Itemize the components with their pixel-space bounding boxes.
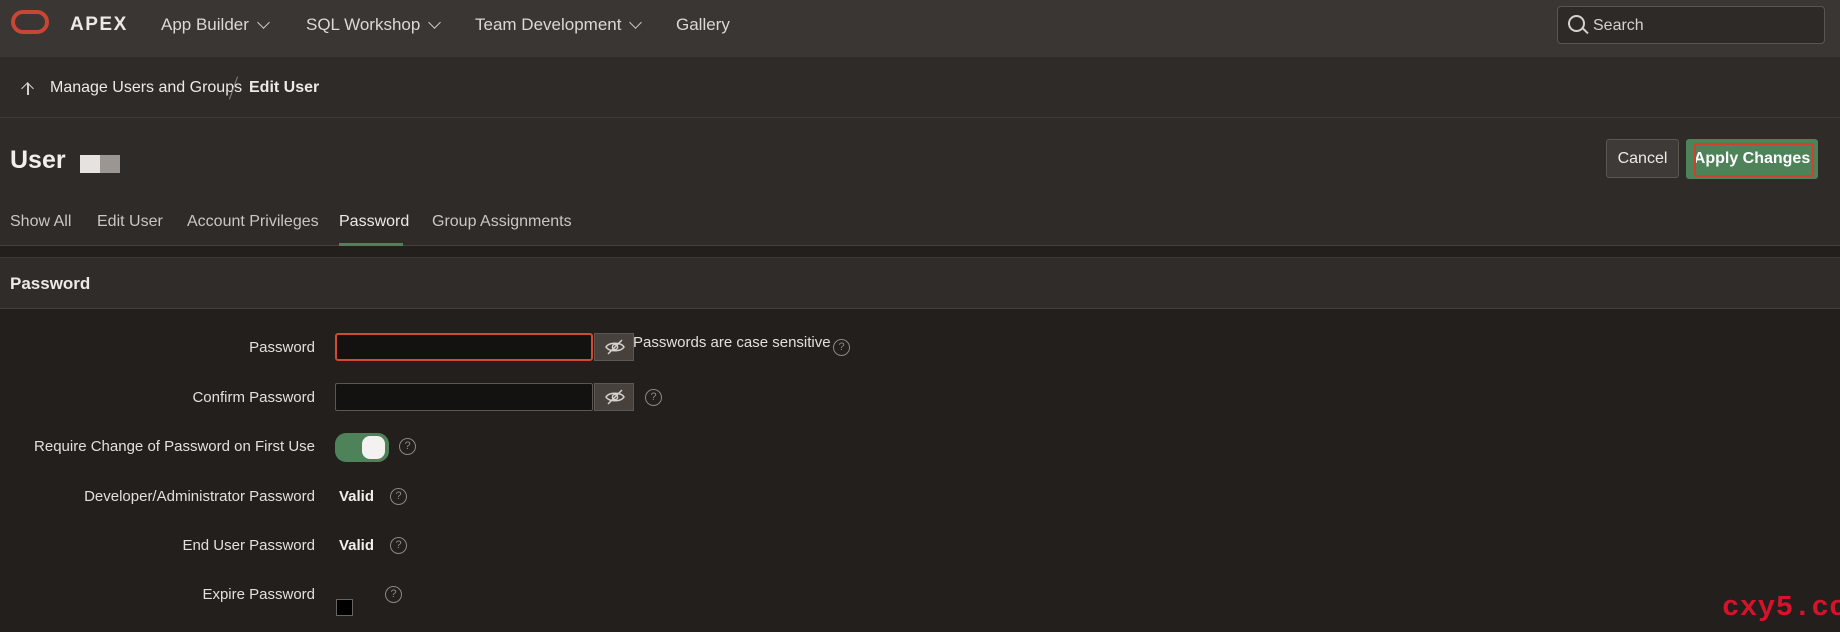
help-icon[interactable]: ? bbox=[833, 339, 850, 356]
search-input[interactable] bbox=[1591, 7, 1821, 45]
password-region-header bbox=[0, 257, 1840, 309]
arrow-up-icon[interactable] bbox=[21, 81, 35, 95]
search-box[interactable] bbox=[1557, 6, 1825, 45]
search-icon bbox=[1568, 15, 1585, 32]
nav-label: Team Development bbox=[475, 15, 622, 34]
help-icon[interactable]: ? bbox=[645, 389, 662, 406]
nav-sql-workshop[interactable]: SQL Workshop bbox=[306, 15, 442, 35]
tab-account-privileges[interactable]: Account Privileges bbox=[187, 213, 319, 231]
apex-brand[interactable]: APEX bbox=[70, 14, 128, 36]
page-title: User bbox=[10, 146, 66, 174]
oracle-logo-icon[interactable] bbox=[11, 10, 49, 34]
require-change-toggle[interactable] bbox=[335, 433, 389, 462]
password-hint: Passwords are case sensitive bbox=[633, 334, 831, 351]
tab-group-assignments[interactable]: Group Assignments bbox=[432, 213, 572, 231]
chevron-down-icon bbox=[629, 16, 643, 29]
active-tab-indicator bbox=[339, 243, 403, 246]
confirm-password-field[interactable] bbox=[335, 383, 593, 411]
nav-team-development[interactable]: Team Development bbox=[475, 15, 643, 35]
eye-slash-icon bbox=[605, 339, 625, 355]
nav-app-builder[interactable]: App Builder bbox=[161, 15, 270, 35]
expire-password-checkbox[interactable] bbox=[336, 599, 353, 616]
end-user-password-status: Valid bbox=[339, 537, 375, 554]
chevron-down-icon bbox=[428, 16, 442, 29]
help-icon[interactable]: ? bbox=[385, 586, 402, 603]
toggle-knob bbox=[362, 436, 385, 459]
require-change-label: Require Change of Password on First Use bbox=[34, 438, 315, 455]
help-icon[interactable]: ? bbox=[399, 438, 416, 455]
tab-show-all[interactable]: Show All bbox=[10, 213, 71, 231]
dev-admin-password-status: Valid bbox=[339, 488, 375, 505]
watermark-text: cxy5.com bbox=[1722, 591, 1840, 624]
help-icon[interactable]: ? bbox=[390, 488, 407, 505]
nav-label: Gallery bbox=[676, 15, 730, 34]
dev-admin-password-label: Developer/Administrator Password bbox=[84, 488, 315, 505]
redacted-username-block bbox=[100, 155, 120, 173]
end-user-password-label: End User Password bbox=[182, 537, 315, 554]
nav-label: App Builder bbox=[161, 15, 249, 34]
nav-gallery[interactable]: Gallery bbox=[676, 15, 730, 35]
eye-slash-icon bbox=[605, 389, 625, 405]
expire-password-label: Expire Password bbox=[202, 586, 315, 603]
tab-edit-user[interactable]: Edit User bbox=[97, 213, 163, 231]
show-password-button[interactable] bbox=[594, 333, 634, 361]
cancel-button[interactable]: Cancel bbox=[1606, 139, 1679, 178]
region-title: Password bbox=[10, 274, 91, 293]
password-field[interactable] bbox=[335, 333, 593, 361]
password-label: Password bbox=[249, 339, 315, 356]
breadcrumb-current: Edit User bbox=[249, 79, 320, 96]
redacted-username-block bbox=[80, 155, 100, 173]
confirm-password-label: Confirm Password bbox=[192, 389, 315, 406]
tab-password[interactable]: Password bbox=[339, 213, 409, 231]
apply-changes-button[interactable]: Apply Changes bbox=[1686, 139, 1818, 179]
nav-label: SQL Workshop bbox=[306, 15, 421, 34]
chevron-down-icon bbox=[257, 16, 270, 29]
show-confirm-password-button[interactable] bbox=[594, 383, 634, 411]
breadcrumb-parent-link[interactable]: Manage Users and Groups bbox=[50, 79, 242, 97]
help-icon[interactable]: ? bbox=[390, 537, 407, 554]
